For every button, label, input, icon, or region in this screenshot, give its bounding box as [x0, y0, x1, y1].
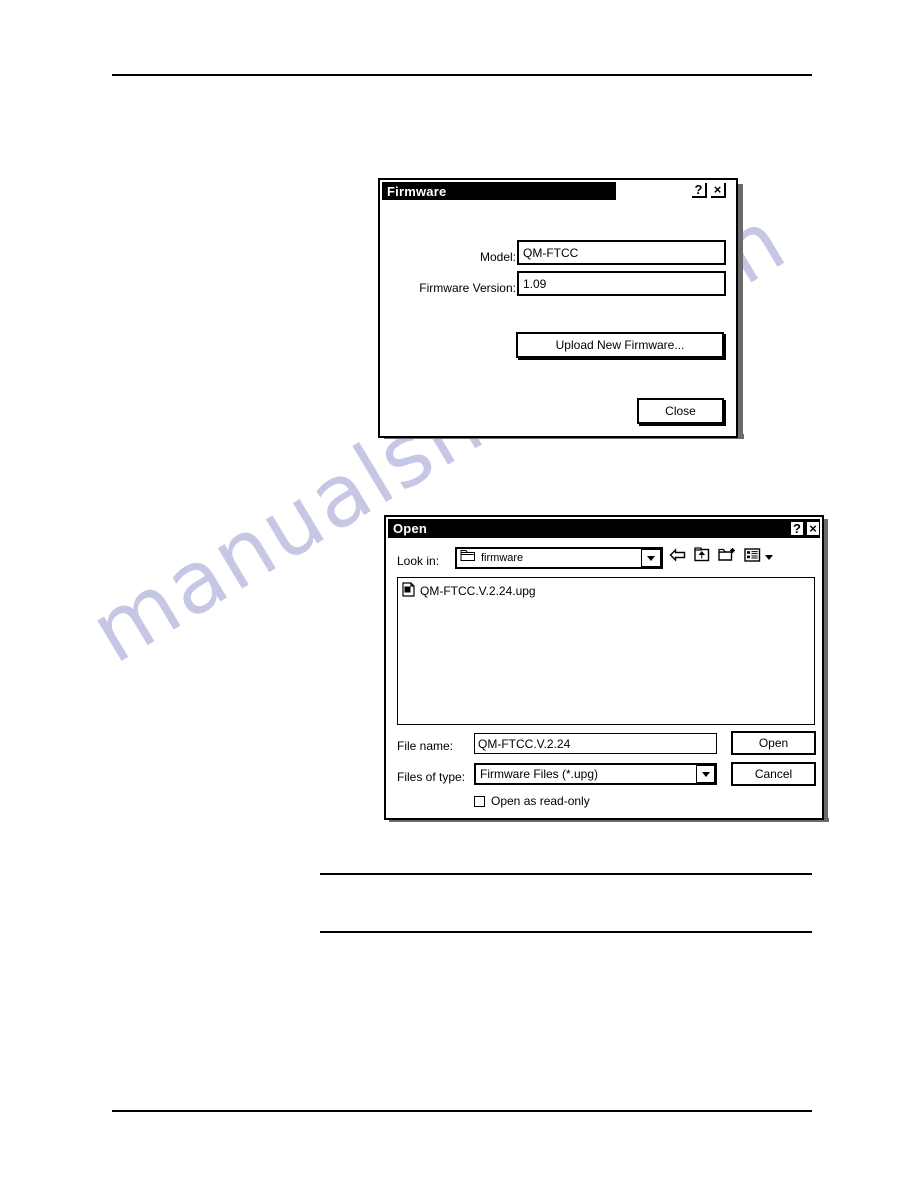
views-icon[interactable] — [744, 547, 761, 567]
files-of-type-combobox[interactable]: Firmware Files (*.upg) — [474, 763, 717, 785]
open-as-read-only-row[interactable]: Open as read-only — [474, 794, 590, 808]
open-title-text: Open — [393, 521, 428, 536]
list-item[interactable]: QM-FTCC.V.2.24.upg — [402, 582, 814, 600]
firmware-version-field[interactable]: 1.09 — [517, 271, 726, 296]
cancel-button[interactable]: Cancel — [731, 762, 816, 786]
upload-new-firmware-button[interactable]: Upload New Firmware... — [516, 332, 724, 358]
footer-rule — [112, 1110, 812, 1112]
open-button[interactable]: Open — [731, 731, 816, 755]
close-icon[interactable]: × — [806, 521, 820, 536]
model-field[interactable]: QM-FTCC — [517, 240, 726, 265]
chevron-down-icon[interactable] — [641, 549, 661, 567]
note-rule-top — [320, 873, 812, 875]
firmware-dialog-shadow-right — [738, 184, 743, 439]
open-titlebar[interactable]: Open — [388, 519, 820, 538]
firmware-version-label: Firmware Version: — [419, 281, 516, 295]
folder-icon — [460, 549, 476, 567]
file-icon — [402, 582, 415, 600]
new-folder-icon[interactable] — [718, 547, 736, 567]
files-of-type-label: Files of type: — [397, 770, 466, 784]
firmware-title-text: Firmware — [387, 183, 447, 199]
header-rule — [112, 74, 812, 76]
file-name-label: File name: — [397, 739, 454, 753]
chevron-down-icon[interactable] — [765, 554, 773, 560]
model-label: Model: — [479, 250, 516, 264]
firmware-titlebar[interactable]: Firmware — [382, 182, 616, 200]
file-list[interactable]: QM-FTCC.V.2.24.upg — [397, 577, 815, 725]
look-in-label: Look in: — [397, 554, 440, 568]
look-in-combobox[interactable]: firmware — [455, 547, 663, 569]
open-dialog-shadow-right — [824, 519, 828, 822]
note-rule-bottom — [320, 931, 812, 933]
list-item-label: QM-FTCC.V.2.24.upg — [420, 584, 536, 598]
open-as-read-only-label: Open as read-only — [491, 794, 590, 808]
file-name-input[interactable]: QM-FTCC.V.2.24 — [474, 733, 717, 754]
look-in-value: firmware — [481, 552, 524, 564]
firmware-dialog: Firmware ? × Model: QM-FTCC Firmware Ver… — [378, 178, 738, 438]
open-dialog: Open ? × Look in: firmware QM-FTCC.V.2.2… — [384, 515, 824, 820]
close-button[interactable]: Close — [637, 398, 724, 424]
help-icon[interactable]: ? — [692, 183, 707, 198]
chevron-down-icon[interactable] — [696, 765, 715, 783]
close-icon[interactable]: × — [711, 183, 726, 198]
open-dialog-toolbar — [669, 547, 773, 567]
up-one-level-icon[interactable] — [694, 547, 710, 567]
help-icon[interactable]: ? — [790, 521, 804, 536]
back-icon[interactable] — [669, 547, 686, 567]
open-as-read-only-checkbox[interactable] — [474, 795, 485, 807]
